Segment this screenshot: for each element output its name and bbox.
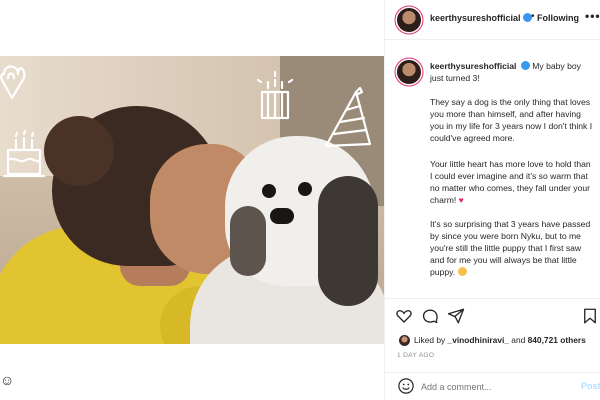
comment-icon[interactable]	[421, 307, 439, 325]
post-actions: Liked by _vinodhiniravi_ and 840,721 oth…	[385, 298, 600, 372]
heart-emoji-icon: ♥	[458, 195, 464, 205]
likes-summary: Liked by _vinodhiniravi_ and 840,721 oth…	[414, 335, 586, 345]
post-photo[interactable]	[0, 56, 384, 344]
more-options-icon[interactable]: •••	[585, 9, 600, 23]
caption-paragraph-text: They say a dog is the only thing that lo…	[430, 97, 593, 143]
avatar[interactable]	[397, 8, 421, 32]
likes-count[interactable]: 840,721 others	[528, 335, 586, 345]
post-header: keerthysureshofficial • Following •••	[385, 0, 600, 40]
photo-dog-ear-left	[230, 206, 266, 276]
caption-first-line: keerthysureshofficial My baby boy just t…	[430, 60, 595, 84]
post-media-area: ☺	[0, 0, 384, 400]
heart-icon[interactable]	[395, 307, 413, 325]
caption-username[interactable]: keerthysureshofficial	[430, 61, 516, 71]
bookmark-icon[interactable]	[581, 307, 599, 325]
photo-dog-eye	[298, 182, 312, 196]
post-comment-button[interactable]: Post	[581, 381, 600, 391]
header-separator: •	[531, 11, 535, 22]
cake-doodle-icon	[2, 129, 46, 178]
comment-box: Post	[385, 372, 600, 400]
likes-prefix: Liked by	[414, 335, 446, 345]
liker-username[interactable]: _vinodhiniravi_	[448, 335, 509, 345]
liker-avatar[interactable]	[399, 335, 410, 346]
comment-input[interactable]	[421, 379, 571, 394]
party-hat-doodle-icon	[324, 86, 372, 148]
header-username[interactable]: keerthysureshofficial	[430, 13, 521, 23]
caption-paragraph-text: It's so surprising that 3 years have pas…	[430, 219, 591, 277]
photo-dog-ear	[318, 176, 378, 306]
likes-connector: and	[511, 335, 526, 345]
smiling-emoji-icon	[457, 267, 467, 276]
caption-paragraph: They say a dog is the only thing that lo…	[430, 96, 595, 144]
heart-doodle-icon	[0, 65, 26, 100]
caption-paragraph: It's so surprising that 3 years have pas…	[430, 218, 595, 278]
candles-doodle-icon	[256, 70, 294, 120]
caption-paragraph: Your little heart has more love to hold …	[430, 158, 595, 206]
post-timestamp[interactable]: 1 DAY AGO	[397, 352, 434, 359]
photo-dog-nose	[270, 208, 294, 224]
caption-paragraph-text: Your little heart has more love to hold …	[430, 159, 591, 205]
photo-dog-eye	[262, 184, 276, 198]
following-button[interactable]: Following	[537, 13, 579, 23]
verified-icon	[520, 61, 530, 70]
emoji-icon[interactable]	[397, 377, 415, 395]
edge-emoji-icon: ☺	[0, 372, 15, 388]
share-icon[interactable]	[447, 307, 465, 325]
caption-avatar[interactable]	[397, 60, 421, 84]
header-username-link[interactable]: keerthysureshofficial	[430, 13, 532, 23]
post-side-panel: keerthysureshofficial • Following ••• ke…	[384, 0, 600, 400]
photo-hair-bun	[44, 116, 114, 186]
caption-area: keerthysureshofficial My baby boy just t…	[385, 52, 600, 298]
